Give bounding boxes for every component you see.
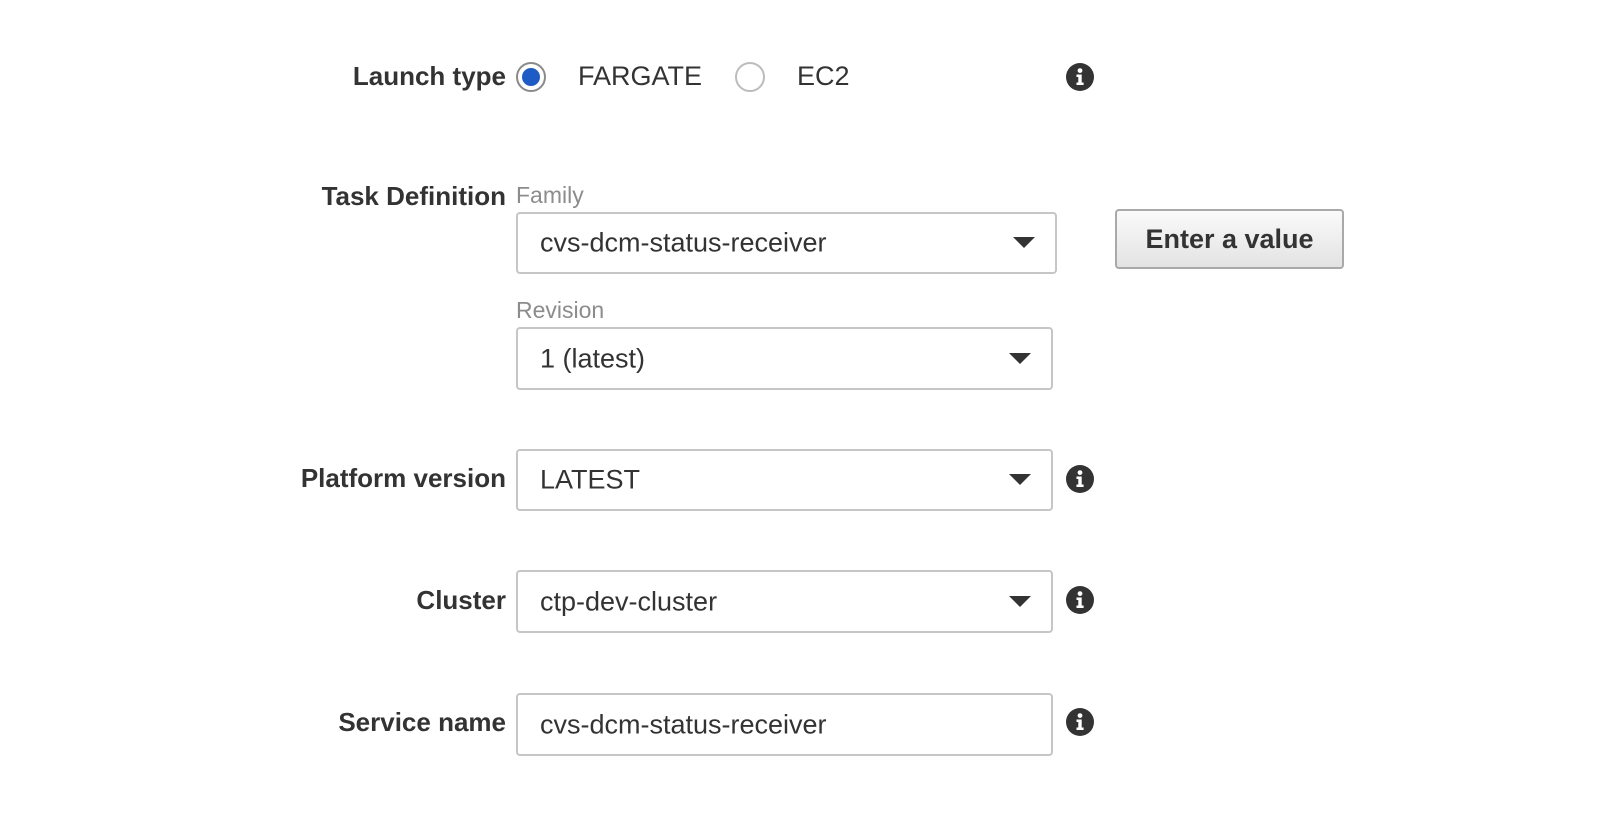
launch-type-label: Launch type [352, 61, 506, 91]
chevron-down-icon [1009, 595, 1031, 607]
platform-version-select-value: LATEST [540, 464, 641, 495]
chevron-down-icon [1013, 237, 1035, 248]
chevron-down-icon [1009, 352, 1031, 364]
chevron-down-icon [1009, 474, 1031, 485]
platform-version-info-icon[interactable] [1066, 465, 1094, 493]
family-label: Family [516, 182, 584, 208]
radio-selected-dot [522, 68, 540, 86]
task-definition-label: Task Definition [321, 181, 506, 211]
platform-version-label: Platform version [300, 463, 506, 493]
cluster-label: Cluster [416, 585, 506, 615]
fargate-radio[interactable] [516, 62, 546, 92]
service-name-label: Service name [338, 707, 506, 737]
enter-a-value-button[interactable]: Enter a value [1115, 209, 1344, 269]
fargate-radio-label[interactable]: FARGATE [578, 61, 702, 92]
service-name-input[interactable]: cvs-dcm-status-receiver [516, 693, 1053, 756]
info-glyph-icon [1076, 470, 1084, 487]
launch-type-info-icon[interactable] [1066, 63, 1094, 91]
revision-select[interactable]: 1 (latest) [516, 327, 1053, 390]
service-name-input-value: cvs-dcm-status-receiver [540, 709, 827, 739]
info-glyph-icon [1076, 68, 1084, 85]
family-select-value: cvs-dcm-status-receiver [540, 227, 827, 258]
family-select[interactable]: cvs-dcm-status-receiver [516, 212, 1057, 274]
cluster-select[interactable]: ctp-dev-cluster [516, 570, 1053, 633]
info-glyph-icon [1076, 591, 1084, 608]
ec2-radio[interactable] [735, 62, 765, 92]
revision-label: Revision [516, 297, 605, 323]
cluster-info-icon[interactable] [1066, 586, 1094, 614]
revision-select-value: 1 (latest) [540, 343, 646, 373]
info-glyph-icon [1076, 713, 1084, 730]
platform-version-select[interactable]: LATEST [516, 449, 1053, 511]
ec2-radio-label[interactable]: EC2 [797, 61, 850, 92]
service-name-info-icon[interactable] [1066, 708, 1094, 736]
cluster-select-value: ctp-dev-cluster [540, 586, 718, 616]
